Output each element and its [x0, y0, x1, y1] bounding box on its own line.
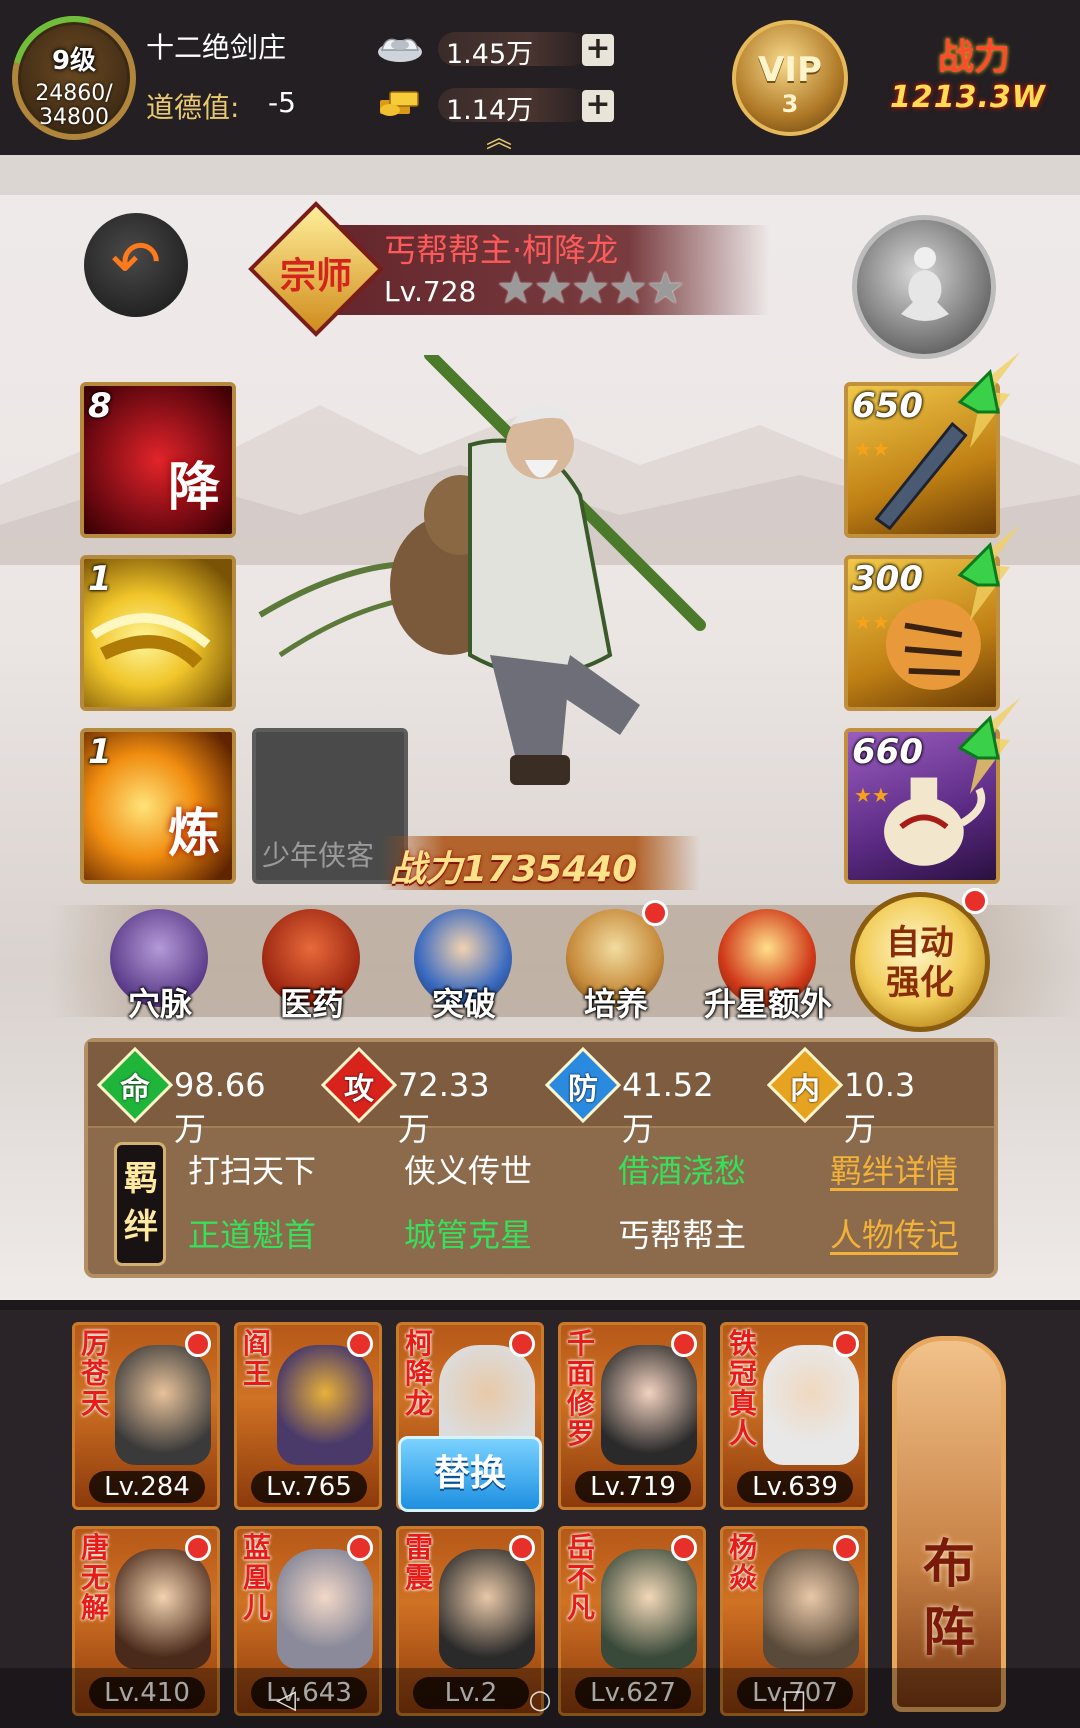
silver-value: 1.45万 — [446, 39, 534, 70]
bond-item: 正道魁首 — [188, 1216, 317, 1254]
roster-divider — [0, 1300, 1080, 1310]
top-bar: 9级 24860/ 34800 十二绝剑庄 道德值: -5 1.45万 + 1.… — [0, 0, 1080, 163]
empty-slot-label: 少年侠客 — [262, 839, 375, 872]
skill-char: 炼 — [167, 804, 220, 864]
biography-link[interactable]: 人物传记 — [830, 1210, 958, 1256]
notification-dot — [833, 1535, 859, 1561]
stats-panel: 命 98.66万 攻 72.33万 防 41.52万 内 10.3万 羁绊 打扫… — [84, 1038, 998, 1278]
hero-combat-power: 战力1735440 — [380, 836, 700, 890]
silver-ingot-icon — [378, 38, 422, 62]
notification-dot — [185, 1535, 211, 1561]
notification-dot — [509, 1331, 535, 1357]
vip-badge[interactable]: VIP 3 — [732, 20, 848, 136]
hero-level: Lv.728 — [384, 275, 477, 308]
roster-card[interactable]: 厉苍天 Lv.284 — [72, 1322, 220, 1510]
bond-item: 借酒浇愁 — [618, 1152, 747, 1190]
hero-avatar — [763, 1345, 859, 1465]
silver-currency: 1.45万 — [376, 28, 616, 70]
notification-dot — [347, 1331, 373, 1357]
bond-item: 打扫天下 — [188, 1152, 317, 1190]
upgrade-arrow-icon[interactable] — [950, 352, 1040, 452]
nav-home-icon[interactable]: ○ — [526, 1686, 554, 1714]
add-silver-button[interactable]: + — [582, 34, 614, 66]
return-arrow-icon: ↶ — [110, 228, 162, 298]
expand-chevron-icon[interactable]: ︽ — [474, 118, 524, 154]
meditation-figure-icon — [901, 247, 949, 321]
guild-name: 十二绝剑庄 — [146, 31, 287, 64]
notification-dot — [962, 888, 988, 914]
hero-avatar — [277, 1549, 373, 1669]
medicine-button[interactable]: 医药 — [242, 905, 382, 1025]
bond-item: 城管克星 — [404, 1216, 533, 1254]
player-level: 9级 — [51, 46, 97, 76]
hero-portrait — [258, 355, 706, 785]
notification-dot — [509, 1535, 535, 1561]
hero-avatar — [601, 1549, 697, 1669]
skill-char: 降 — [167, 458, 220, 518]
upgrade-arrow-icon[interactable] — [950, 525, 1040, 625]
total-power-value: 1213.3W — [890, 80, 1046, 115]
upgrade-arrow-icon[interactable] — [950, 698, 1040, 798]
meditation-button[interactable] — [852, 215, 996, 359]
player-exp: 24860/ 34800 — [35, 81, 113, 130]
hero-avatar — [115, 1345, 211, 1465]
skill-slot-1[interactable]: 8 降 — [80, 382, 236, 538]
skill-slot-2[interactable]: 1 — [80, 555, 236, 711]
roster-card[interactable]: 千面修罗 Lv.719 — [558, 1322, 706, 1510]
bonds-tag: 羁绊 — [114, 1142, 166, 1266]
notification-dot — [833, 1331, 859, 1357]
morality-label: 道德值: — [146, 91, 240, 124]
notification-dot — [642, 900, 668, 926]
golden-swirl-icon — [90, 613, 211, 669]
hero-avatar — [439, 1549, 535, 1669]
replace-button[interactable]: 替换 — [398, 1436, 542, 1512]
total-power-label: 战力 — [938, 37, 1011, 78]
breakthrough-button[interactable]: 突破 — [394, 905, 534, 1025]
rank-label: 宗师 — [279, 256, 352, 297]
nav-recents-icon[interactable]: □ — [780, 1686, 808, 1714]
hero-stars: ★★★★★ — [496, 263, 685, 314]
skill-level: 8 — [88, 386, 112, 426]
gold-ingot-icon — [380, 91, 419, 116]
notification-dot — [671, 1331, 697, 1357]
skill-level: 1 — [88, 732, 112, 772]
divider-strip — [0, 155, 1080, 195]
nav-back-icon[interactable]: ◁ — [272, 1686, 300, 1714]
vip-level: 3 — [781, 90, 799, 118]
notification-dot — [347, 1535, 373, 1561]
formation-button[interactable]: 布阵 — [892, 1336, 1006, 1712]
notification-dot — [185, 1331, 211, 1357]
morality-value: -5 — [268, 86, 296, 119]
meridian-button[interactable]: 穴脉 — [90, 905, 230, 1025]
back-button[interactable]: ↶ — [84, 213, 188, 317]
hero-avatar — [277, 1345, 373, 1465]
attributes-row: 命 98.66万 攻 72.33万 防 41.52万 内 10.3万 — [88, 1042, 994, 1148]
roster-card[interactable]: 铁冠真人 Lv.639 — [720, 1322, 868, 1510]
bond-item: 丐帮帮主 — [618, 1216, 747, 1254]
hero-avatar — [763, 1549, 859, 1669]
total-power[interactable]: 战力 1213.3W — [890, 24, 1080, 124]
player-level-badge[interactable]: 9级 24860/ 34800 — [0, 0, 159, 163]
bond-item: 侠义传世 — [404, 1152, 533, 1190]
hero-avatar — [115, 1549, 211, 1669]
notification-dot — [671, 1535, 697, 1561]
cultivate-button[interactable]: 培养 — [546, 905, 686, 1025]
add-gold-button[interactable]: + — [582, 90, 614, 122]
roster-card[interactable]: 阎王 Lv.765 — [234, 1322, 382, 1510]
vip-label: VIP — [758, 50, 822, 90]
bond-details-link[interactable]: 羁绊详情 — [830, 1146, 958, 1192]
star-upgrade-button[interactable]: 升星额外 — [698, 905, 838, 1025]
skill-slot-3[interactable]: 1 炼 — [80, 728, 236, 884]
hero-avatar — [601, 1345, 697, 1465]
